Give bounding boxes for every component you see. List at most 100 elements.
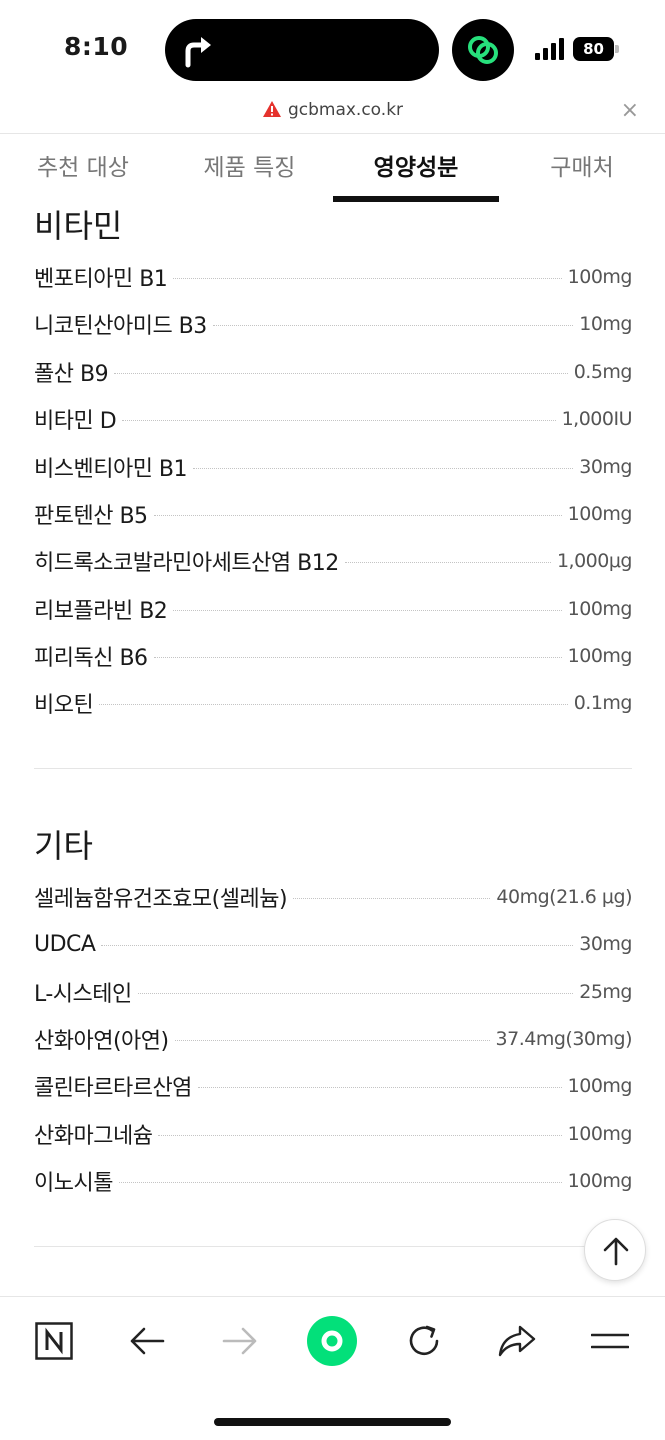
browser-toolbar <box>0 1296 665 1440</box>
item-name: 피리독신 B6 <box>34 646 148 671</box>
dynamic-island <box>165 19 439 81</box>
section-title-vitamins: 비타민 <box>34 207 123 245</box>
leader-dots <box>197 1086 562 1088</box>
item-name: 콜린타르타르산염 <box>34 1076 192 1101</box>
leader-dots <box>193 467 574 469</box>
leader-dots <box>344 561 551 563</box>
item-amount: 0.1mg <box>573 692 633 714</box>
item-name: 히드록소코발라민아세트산염 B12 <box>34 551 339 576</box>
back-arrow-icon <box>130 1327 165 1355</box>
list-item: 산화아연(아연) 37.4mg(30mg) <box>34 1019 633 1059</box>
list-item: 산화마그네슘 100mg <box>34 1114 633 1154</box>
leader-dots <box>153 514 562 516</box>
leader-dots <box>293 897 491 899</box>
battery-level: 80 <box>573 37 614 61</box>
item-name: UDCA <box>34 931 96 957</box>
item-name: 리보플라빈 B2 <box>34 599 168 624</box>
leader-dots <box>99 703 568 705</box>
item-name: 산화마그네슘 <box>34 1124 153 1149</box>
share-button[interactable] <box>487 1315 547 1367</box>
item-name: 판토텐산 B5 <box>34 504 148 529</box>
navigation-turn-icon <box>185 37 211 68</box>
battery-cap <box>615 45 619 53</box>
scroll-to-top-button[interactable] <box>584 1219 646 1281</box>
section-divider <box>34 768 632 769</box>
naver-n-icon <box>35 1322 73 1360</box>
url-domain: gcbmax.co.kr <box>287 100 404 120</box>
list-item: 이노시톨 100mg <box>34 1161 633 1201</box>
leader-dots <box>118 1181 562 1183</box>
back-button[interactable] <box>117 1315 177 1367</box>
url-display[interactable]: gcbmax.co.kr <box>0 100 665 120</box>
leader-dots <box>153 656 562 658</box>
item-amount: 1,000μg <box>556 550 633 572</box>
status-bar: 8:10 80 <box>0 0 665 100</box>
list-item: 판토텐산 B5 100mg <box>34 494 633 534</box>
tab-recommended[interactable]: 추천 대상 <box>0 134 166 202</box>
forward-button[interactable] <box>210 1315 270 1367</box>
item-amount: 37.4mg(30mg) <box>495 1028 633 1050</box>
list-item: 비타민 D 1,000IU <box>34 399 633 439</box>
warning-icon <box>262 101 281 117</box>
item-name: 이노시톨 <box>34 1171 113 1196</box>
green-dot-button[interactable] <box>302 1315 362 1367</box>
list-item: 니코틴산아미드 B3 10mg <box>34 304 632 344</box>
list-item: 리보플라빈 B2 100mg <box>34 589 633 629</box>
list-item: 셀레늄함유건조효모(셀레늄) 40mg(21.6 μg) <box>34 877 632 917</box>
green-dot-icon <box>307 1316 357 1366</box>
close-icon[interactable]: × <box>621 98 639 123</box>
leader-dots <box>122 419 556 421</box>
item-amount: 100mg <box>567 1075 633 1097</box>
item-amount: 0.5mg <box>573 361 633 383</box>
item-name: 비오틴 <box>34 693 94 718</box>
list-item: 벤포티아민 B1 100mg <box>34 257 633 297</box>
item-name: 벤포티아민 B1 <box>34 267 168 292</box>
item-amount: 25mg <box>579 981 632 1003</box>
list-item: UDCA 30mg <box>34 924 632 964</box>
item-amount: 1,000IU <box>561 408 633 430</box>
list-item: L-시스테인 25mg <box>34 972 632 1012</box>
leader-dots <box>173 277 562 279</box>
refresh-button[interactable] <box>394 1315 454 1367</box>
menu-button[interactable] <box>580 1315 640 1367</box>
battery-icon: 80 <box>573 37 619 61</box>
naver-home-button[interactable] <box>24 1315 84 1367</box>
item-amount: 100mg <box>567 1123 633 1145</box>
share-icon <box>498 1325 536 1357</box>
leader-dots <box>137 992 574 994</box>
url-bar[interactable]: gcbmax.co.kr × <box>0 98 665 133</box>
list-item: 비오틴 0.1mg <box>34 683 633 723</box>
item-name: L-시스테인 <box>34 982 132 1007</box>
leader-dots <box>212 324 574 326</box>
item-amount: 100mg <box>567 1170 633 1192</box>
arrow-up-icon <box>603 1237 629 1266</box>
item-name: 비스벤티아민 B1 <box>34 457 188 482</box>
nutrition-content[interactable]: 비타민 벤포티아민 B1 100mg 니코틴산아미드 B3 10mg 폴산 B9 0.… <box>0 201 665 1296</box>
item-name: 폴산 B9 <box>34 362 109 387</box>
list-item: 피리독신 B6 100mg <box>34 636 633 676</box>
tab-bar: 추천 대상 제품 특징 영양성분 구매처 <box>0 133 665 202</box>
leader-dots <box>101 944 574 946</box>
item-amount: 30mg <box>579 456 632 478</box>
item-name: 셀레늄함유건조효모(셀레늄) <box>34 887 288 912</box>
home-indicator[interactable] <box>214 1418 451 1426</box>
list-item: 비스벤티아민 B1 30mg <box>34 447 632 487</box>
item-amount: 30mg <box>579 933 632 955</box>
tab-nutrition[interactable]: 영양성분 <box>333 134 499 202</box>
tab-where-to-buy[interactable]: 구매처 <box>499 134 665 202</box>
section-title-others: 기타 <box>34 827 93 865</box>
item-name: 니코틴산아미드 B3 <box>34 314 207 339</box>
tab-features[interactable]: 제품 특징 <box>166 134 333 202</box>
item-amount: 100mg <box>567 503 633 525</box>
item-name: 산화아연(아연) <box>34 1029 169 1054</box>
item-amount: 100mg <box>567 266 633 288</box>
leader-dots <box>158 1134 562 1136</box>
item-amount: 10mg <box>579 313 632 335</box>
forward-arrow-icon <box>222 1327 257 1355</box>
item-amount: 100mg <box>567 598 633 620</box>
refresh-icon <box>409 1325 439 1356</box>
signal-icon <box>535 38 564 60</box>
status-time: 8:10 <box>64 32 129 61</box>
item-name: 비타민 D <box>34 409 117 434</box>
leader-dots <box>114 372 568 374</box>
